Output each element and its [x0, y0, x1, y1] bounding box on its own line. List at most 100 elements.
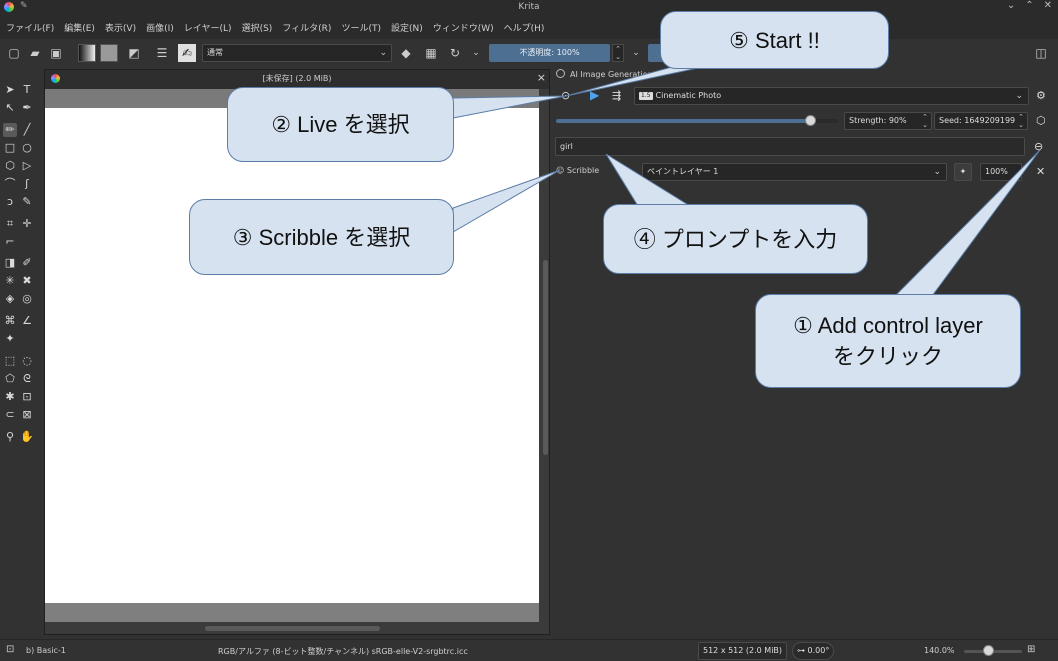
control-layer-select[interactable]: ペイントレイヤー 1 ⌄	[642, 163, 947, 181]
rect-select-tool-icon[interactable]: ⬚	[3, 354, 17, 368]
freehand-path-tool-icon[interactable]: ʃ	[20, 177, 34, 191]
enclose-fill-tool-icon[interactable]: ◎	[20, 292, 34, 306]
strength-slider[interactable]	[556, 115, 838, 126]
remove-control-icon[interactable]: ✕	[1036, 165, 1045, 178]
menu-layer[interactable]: レイヤー(L)	[184, 21, 232, 34]
horizontal-scrollbar[interactable]	[205, 626, 380, 631]
edit-shape-tool-icon[interactable]: ↖	[3, 101, 17, 115]
control-type-select[interactable]: ☺ Scribble	[556, 166, 599, 175]
menu-select[interactable]: 選択(S)	[242, 21, 273, 34]
queue-icon[interactable]: ⇶	[612, 89, 621, 102]
similar-select-tool-icon[interactable]: ⊡	[20, 390, 34, 404]
select-shape-tool-icon[interactable]: ➤	[3, 83, 17, 97]
pattern-swatch[interactable]	[100, 44, 118, 62]
reload-icon[interactable]: ↻	[447, 44, 463, 62]
canvas[interactable]	[45, 108, 539, 603]
image-size[interactable]: 512 x 512 (2.0 MiB)	[698, 642, 788, 660]
style-select[interactable]: 1.5 Cinematic Photo ⌄	[634, 87, 1029, 105]
opacity-spinner[interactable]: ⌃ ⌄	[612, 44, 624, 62]
ellipse-tool-icon[interactable]: ○	[20, 141, 34, 155]
brush-settings-icon[interactable]: ☰	[154, 44, 170, 62]
alpha-lock-icon[interactable]: ▦	[423, 44, 439, 62]
generate-control-button[interactable]: ✦	[954, 163, 972, 181]
strength-field[interactable]: Strength: 90% ⌃ ⌄	[844, 112, 932, 130]
random-seed-icon[interactable]: ⬡	[1036, 114, 1046, 127]
menu-file[interactable]: ファイル(F)	[6, 21, 54, 34]
dynamic-brush-tool-icon[interactable]: ↄ	[3, 195, 17, 209]
chevron-down-icon[interactable]: ⌄	[628, 44, 644, 62]
menu-filter[interactable]: フィルタ(R)	[282, 21, 331, 34]
minimize-icon[interactable]: ⌄	[1007, 0, 1015, 11]
eraser-icon[interactable]: ◆	[398, 44, 414, 62]
polyline-tool-icon[interactable]: ▷	[20, 159, 34, 173]
assistant-tool-icon[interactable]: ✖	[20, 274, 34, 288]
assistant-grid-tool-icon[interactable]: ⌘	[3, 314, 17, 328]
bezier-select-tool-icon[interactable]: ⊂	[3, 408, 17, 422]
close-icon[interactable]: ×	[537, 71, 546, 84]
pan-tool-icon[interactable]: ✋	[20, 430, 34, 444]
freehand-brush-tool-icon[interactable]: ✏	[3, 123, 17, 137]
menu-view[interactable]: 表示(V)	[105, 21, 136, 34]
magic-wand-tool-icon[interactable]: ✱	[3, 390, 17, 404]
freehand-select-tool-icon[interactable]: ᘓ	[20, 372, 34, 386]
text-tool-icon[interactable]: T	[20, 83, 34, 97]
blend-mode-select[interactable]: 通常 ⌄	[202, 44, 392, 62]
fill-tool-icon[interactable]: ◈	[3, 292, 17, 306]
docker-layout-icon[interactable]: ◫	[1033, 44, 1049, 62]
settings-icon[interactable]: ⚙	[1036, 89, 1046, 102]
vertical-scrollbar[interactable]	[543, 260, 548, 455]
fullscreen-icon[interactable]: ⊞	[1027, 644, 1035, 655]
chevron-down-icon: ⌄	[1015, 91, 1023, 101]
bezier-tool-icon[interactable]: ⌒	[3, 177, 17, 191]
chevron-down-icon[interactable]: ⌄	[468, 44, 484, 62]
spinner-icon[interactable]: ⌃ ⌄	[1018, 113, 1024, 129]
seed-field[interactable]: Seed: 1649209199 ⌃ ⌄	[934, 112, 1028, 130]
gradient-swatch[interactable]	[78, 44, 96, 62]
brush-preset-icon[interactable]: ✍	[178, 44, 196, 62]
new-document-icon[interactable]: ▢	[6, 44, 22, 62]
prompt-input[interactable]: girl	[555, 137, 1025, 156]
strength-slider-handle[interactable]	[804, 115, 816, 126]
close-window-icon[interactable]: ✕	[1044, 0, 1052, 11]
transform-tool-icon[interactable]: ⌗	[3, 217, 17, 231]
opacity-slider[interactable]: 不透明度: 100%	[489, 44, 610, 62]
smart-patch-tool-icon[interactable]: ✳	[3, 274, 17, 288]
menu-settings[interactable]: 設定(N)	[391, 21, 423, 34]
zoom-tool-icon[interactable]: ⚲	[3, 430, 17, 444]
docker-float-icon[interactable]	[556, 69, 565, 78]
color-picker-tool-icon[interactable]: ✐	[20, 256, 34, 270]
add-control-layer-icon[interactable]: ⊖	[1034, 140, 1043, 153]
live-mode-icon[interactable]: ⊙	[561, 89, 570, 102]
spinner-icon[interactable]: ⌃ ⌄	[922, 113, 928, 129]
menu-edit[interactable]: 編集(E)	[64, 21, 95, 34]
menu-tools[interactable]: ツール(T)	[341, 21, 381, 34]
rotation-icon: ⊶	[797, 646, 808, 655]
main-toolbar: ▢ ▰ ▣ ◩ ☰ ✍ 通常 ⌄ ◆ ▦ ↻ ⌄ 不透明度: 100% ⌃ ⌄ ⌄…	[0, 39, 1058, 67]
measure-tool-icon[interactable]: ∠	[20, 314, 34, 328]
gradient-tool-icon[interactable]: ◨	[3, 256, 17, 270]
open-folder-icon[interactable]: ▰	[27, 44, 43, 62]
generate-play-icon[interactable]: ▶	[590, 88, 599, 102]
calligraphy-tool-icon[interactable]: ✒	[20, 101, 34, 115]
zoom-slider-handle[interactable]	[983, 645, 994, 656]
rotation-field[interactable]: ⊶ 0.00°	[792, 642, 835, 660]
blend-mode-value: 通常	[207, 48, 223, 57]
multibrush-tool-icon[interactable]: ✎	[20, 195, 34, 209]
rectangle-tool-icon[interactable]: □	[3, 141, 17, 155]
move-tool-icon[interactable]: ✛	[20, 217, 34, 231]
ellipse-select-tool-icon[interactable]: ◌	[20, 354, 34, 368]
menu-help[interactable]: ヘルプ(H)	[504, 21, 545, 34]
menu-window[interactable]: ウィンドウ(W)	[433, 21, 494, 34]
brush-preset-status-icon[interactable]: ⊡	[6, 644, 14, 655]
menu-image[interactable]: 画像(I)	[146, 21, 174, 34]
control-strength-field[interactable]: 100%	[980, 163, 1022, 181]
polygon-tool-icon[interactable]: ⬡	[3, 159, 17, 173]
save-icon[interactable]: ▣	[48, 44, 64, 62]
reference-tool-icon[interactable]: ✦	[3, 332, 17, 346]
crop-tool-icon[interactable]: ⌐	[3, 235, 17, 249]
polygon-select-tool-icon[interactable]: ⬠	[3, 372, 17, 386]
magnetic-select-tool-icon[interactable]: ⊠	[20, 408, 34, 422]
color-swap-icon[interactable]: ◩	[126, 44, 142, 62]
maximize-icon[interactable]: ⌃	[1025, 0, 1033, 11]
line-tool-icon[interactable]: ╱	[20, 123, 34, 137]
